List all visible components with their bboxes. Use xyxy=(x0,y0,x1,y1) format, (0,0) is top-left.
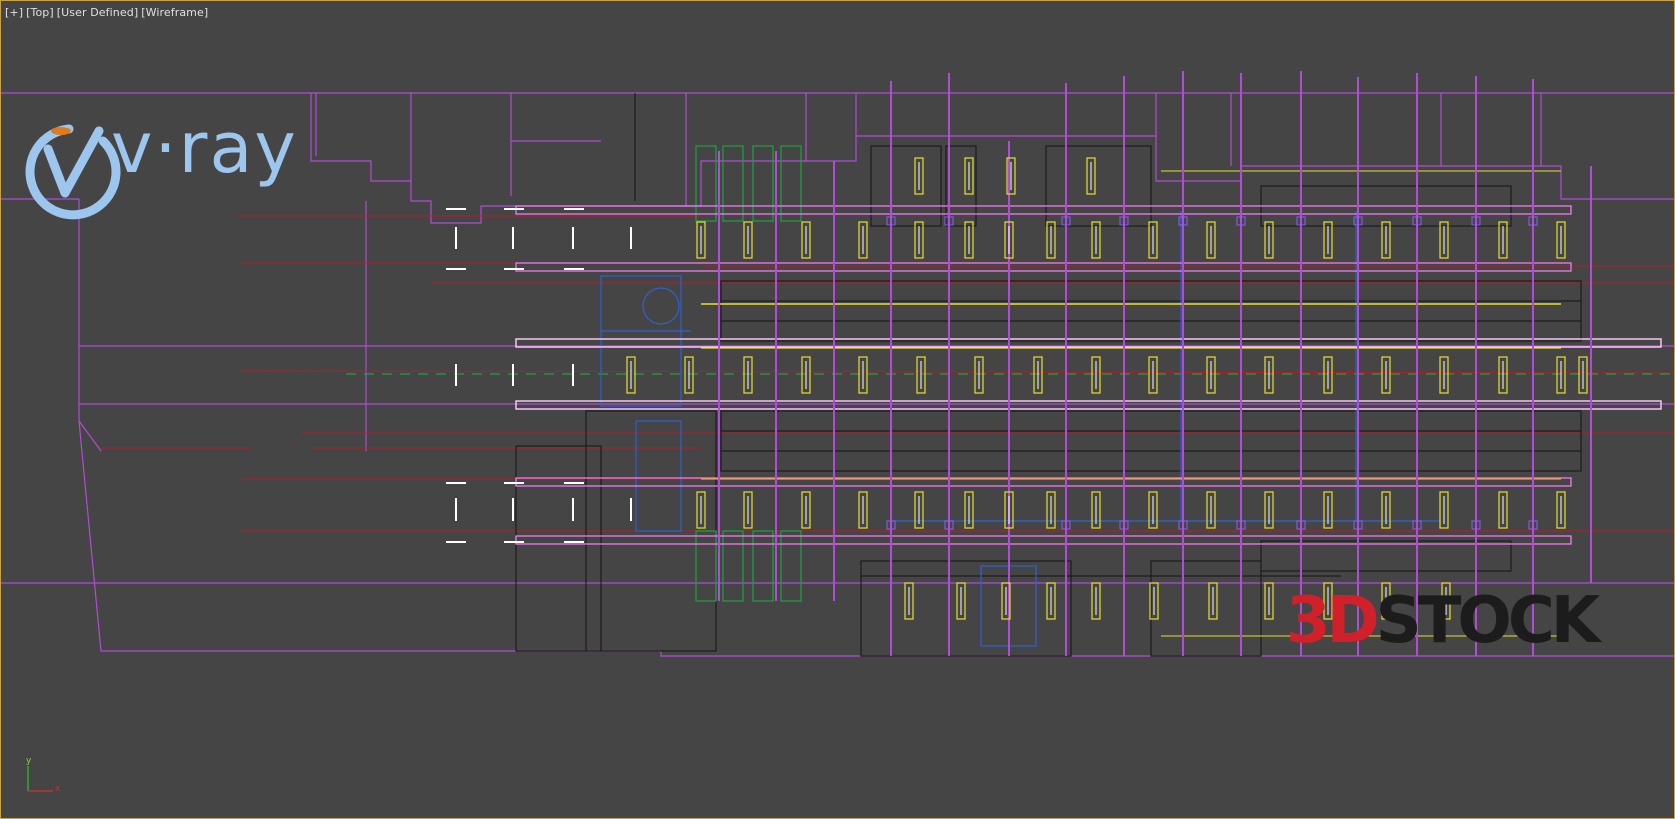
3dstock-prefix: 3D xyxy=(1286,584,1380,658)
axis-y-label: y xyxy=(26,756,32,766)
top-viewport[interactable]: [+] [Top] [User Defined] [Wireframe] v·r… xyxy=(0,0,1675,819)
lamp-fixtures xyxy=(626,157,1588,620)
blue-elements xyxy=(600,151,1441,647)
column-lines xyxy=(718,71,1592,656)
light-markers xyxy=(446,208,632,543)
3dstock-watermark: 3DSTOCK xyxy=(1286,589,1600,653)
axis-x-label: x xyxy=(55,784,61,794)
3dstock-suffix: STOCK xyxy=(1375,584,1601,658)
axis-tripod xyxy=(27,766,53,792)
vray-wordmark: v·ray xyxy=(111,107,298,189)
vray-logo xyxy=(25,124,121,220)
